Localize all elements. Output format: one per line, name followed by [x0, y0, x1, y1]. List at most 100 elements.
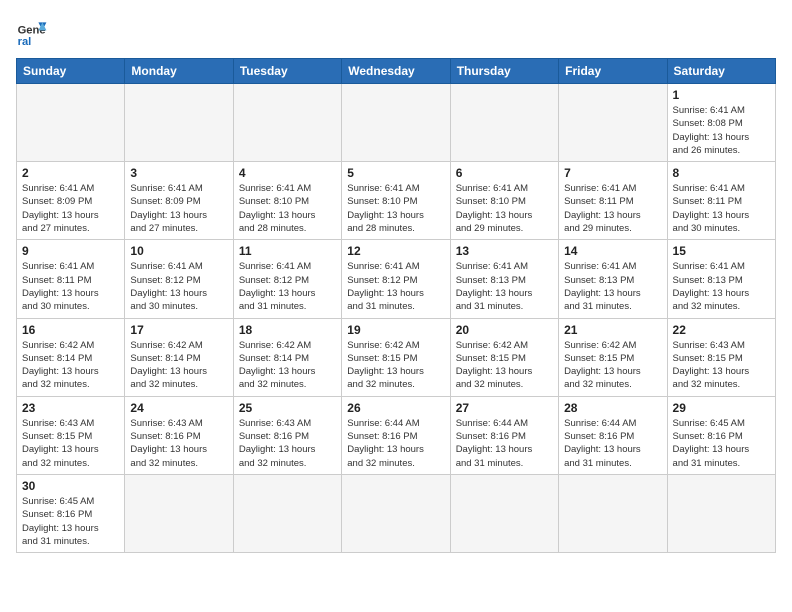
day-info: Sunrise: 6:45 AM Sunset: 8:16 PM Dayligh…	[673, 417, 770, 470]
weekday-header-saturday: Saturday	[667, 59, 775, 84]
day-info: Sunrise: 6:41 AM Sunset: 8:10 PM Dayligh…	[456, 182, 553, 235]
logo-icon: Gene ral	[16, 16, 48, 48]
day-number: 12	[347, 244, 444, 258]
day-info: Sunrise: 6:41 AM Sunset: 8:10 PM Dayligh…	[239, 182, 336, 235]
day-info: Sunrise: 6:42 AM Sunset: 8:14 PM Dayligh…	[22, 339, 119, 392]
day-cell-19: 19 Sunrise: 6:42 AM Sunset: 8:15 PM Dayli…	[342, 318, 450, 396]
day-info: Sunrise: 6:41 AM Sunset: 8:11 PM Dayligh…	[564, 182, 661, 235]
day-number: 22	[673, 323, 770, 337]
day-number: 11	[239, 244, 336, 258]
day-number: 9	[22, 244, 119, 258]
day-info: Sunrise: 6:41 AM Sunset: 8:12 PM Dayligh…	[347, 260, 444, 313]
weekday-header-sunday: Sunday	[17, 59, 125, 84]
day-cell-24: 24 Sunrise: 6:43 AM Sunset: 8:16 PM Dayli…	[125, 396, 233, 474]
empty-cell	[559, 474, 667, 552]
empty-cell	[450, 84, 558, 162]
day-number: 3	[130, 166, 227, 180]
day-info: Sunrise: 6:42 AM Sunset: 8:15 PM Dayligh…	[564, 339, 661, 392]
day-cell-21: 21 Sunrise: 6:42 AM Sunset: 8:15 PM Dayli…	[559, 318, 667, 396]
day-info: Sunrise: 6:42 AM Sunset: 8:14 PM Dayligh…	[239, 339, 336, 392]
day-info: Sunrise: 6:43 AM Sunset: 8:15 PM Dayligh…	[673, 339, 770, 392]
empty-cell	[342, 474, 450, 552]
day-number: 4	[239, 166, 336, 180]
weekday-header-wednesday: Wednesday	[342, 59, 450, 84]
day-cell-5: 5Sunrise: 6:41 AM Sunset: 8:10 PM Daylig…	[342, 162, 450, 240]
day-number: 24	[130, 401, 227, 415]
day-number: 7	[564, 166, 661, 180]
day-info: Sunrise: 6:44 AM Sunset: 8:16 PM Dayligh…	[456, 417, 553, 470]
day-info: Sunrise: 6:41 AM Sunset: 8:13 PM Dayligh…	[564, 260, 661, 313]
day-info: Sunrise: 6:41 AM Sunset: 8:11 PM Dayligh…	[673, 182, 770, 235]
weekday-header-row: SundayMondayTuesdayWednesdayThursdayFrid…	[17, 59, 776, 84]
calendar-row-1: 2 Sunrise: 6:41 AM Sunset: 8:09 PM Daylig…	[17, 162, 776, 240]
day-number: 10	[130, 244, 227, 258]
day-info: Sunrise: 6:41 AM Sunset: 8:12 PM Dayligh…	[239, 260, 336, 313]
day-cell-2: 2 Sunrise: 6:41 AM Sunset: 8:09 PM Daylig…	[17, 162, 125, 240]
day-info: Sunrise: 6:41 AM Sunset: 8:12 PM Dayligh…	[130, 260, 227, 313]
calendar-row-5: 30 Sunrise: 6:45 AM Sunset: 8:16 PM Dayli…	[17, 474, 776, 552]
day-info: Sunrise: 6:41 AM Sunset: 8:09 PM Dayligh…	[130, 182, 227, 235]
day-info: Sunrise: 6:41 AM Sunset: 8:08 PM Dayligh…	[673, 104, 770, 157]
calendar-row-0: 1Sunrise: 6:41 AM Sunset: 8:08 PM Daylig…	[17, 84, 776, 162]
day-cell-12: 12 Sunrise: 6:41 AM Sunset: 8:12 PM Dayli…	[342, 240, 450, 318]
day-cell-25: 25 Sunrise: 6:43 AM Sunset: 8:16 PM Dayli…	[233, 396, 341, 474]
day-cell-23: 23 Sunrise: 6:43 AM Sunset: 8:15 PM Dayli…	[17, 396, 125, 474]
empty-cell	[559, 84, 667, 162]
weekday-header-monday: Monday	[125, 59, 233, 84]
day-cell-14: 14 Sunrise: 6:41 AM Sunset: 8:13 PM Dayli…	[559, 240, 667, 318]
day-info: Sunrise: 6:41 AM Sunset: 8:11 PM Dayligh…	[22, 260, 119, 313]
empty-cell	[125, 474, 233, 552]
day-info: Sunrise: 6:45 AM Sunset: 8:16 PM Dayligh…	[22, 495, 119, 548]
day-cell-13: 13Sunrise: 6:41 AM Sunset: 8:13 PM Dayli…	[450, 240, 558, 318]
day-cell-10: 10 Sunrise: 6:41 AM Sunset: 8:12 PM Dayli…	[125, 240, 233, 318]
day-cell-27: 27 Sunrise: 6:44 AM Sunset: 8:16 PM Dayli…	[450, 396, 558, 474]
day-cell-6: 6Sunrise: 6:41 AM Sunset: 8:10 PM Daylig…	[450, 162, 558, 240]
day-cell-26: 26Sunrise: 6:44 AM Sunset: 8:16 PM Dayli…	[342, 396, 450, 474]
day-info: Sunrise: 6:43 AM Sunset: 8:16 PM Dayligh…	[130, 417, 227, 470]
day-cell-18: 18 Sunrise: 6:42 AM Sunset: 8:14 PM Dayli…	[233, 318, 341, 396]
empty-cell	[125, 84, 233, 162]
day-info: Sunrise: 6:41 AM Sunset: 8:09 PM Dayligh…	[22, 182, 119, 235]
day-info: Sunrise: 6:42 AM Sunset: 8:15 PM Dayligh…	[347, 339, 444, 392]
day-info: Sunrise: 6:43 AM Sunset: 8:16 PM Dayligh…	[239, 417, 336, 470]
day-cell-11: 11 Sunrise: 6:41 AM Sunset: 8:12 PM Dayli…	[233, 240, 341, 318]
day-cell-4: 4 Sunrise: 6:41 AM Sunset: 8:10 PM Daylig…	[233, 162, 341, 240]
day-number: 23	[22, 401, 119, 415]
empty-cell	[342, 84, 450, 162]
calendar-table: SundayMondayTuesdayWednesdayThursdayFrid…	[16, 58, 776, 553]
day-number: 14	[564, 244, 661, 258]
day-number: 29	[673, 401, 770, 415]
day-number: 2	[22, 166, 119, 180]
calendar-row-2: 9 Sunrise: 6:41 AM Sunset: 8:11 PM Daylig…	[17, 240, 776, 318]
weekday-header-friday: Friday	[559, 59, 667, 84]
day-number: 20	[456, 323, 553, 337]
logo: Gene ral	[16, 16, 52, 48]
weekday-header-tuesday: Tuesday	[233, 59, 341, 84]
day-number: 15	[673, 244, 770, 258]
day-info: Sunrise: 6:41 AM Sunset: 8:13 PM Dayligh…	[673, 260, 770, 313]
day-number: 27	[456, 401, 553, 415]
page-header: Gene ral	[16, 16, 776, 48]
day-info: Sunrise: 6:42 AM Sunset: 8:15 PM Dayligh…	[456, 339, 553, 392]
day-cell-29: 29 Sunrise: 6:45 AM Sunset: 8:16 PM Dayli…	[667, 396, 775, 474]
day-cell-8: 8 Sunrise: 6:41 AM Sunset: 8:11 PM Daylig…	[667, 162, 775, 240]
day-number: 30	[22, 479, 119, 493]
day-number: 16	[22, 323, 119, 337]
day-number: 5	[347, 166, 444, 180]
day-number: 19	[347, 323, 444, 337]
day-number: 8	[673, 166, 770, 180]
day-cell-17: 17Sunrise: 6:42 AM Sunset: 8:14 PM Dayli…	[125, 318, 233, 396]
day-number: 28	[564, 401, 661, 415]
empty-cell	[450, 474, 558, 552]
day-number: 18	[239, 323, 336, 337]
day-cell-30: 30 Sunrise: 6:45 AM Sunset: 8:16 PM Dayli…	[17, 474, 125, 552]
day-number: 21	[564, 323, 661, 337]
svg-text:ral: ral	[18, 36, 32, 48]
calendar-row-4: 23 Sunrise: 6:43 AM Sunset: 8:15 PM Dayli…	[17, 396, 776, 474]
day-number: 13	[456, 244, 553, 258]
day-number: 25	[239, 401, 336, 415]
day-info: Sunrise: 6:42 AM Sunset: 8:14 PM Dayligh…	[130, 339, 227, 392]
day-cell-7: 7 Sunrise: 6:41 AM Sunset: 8:11 PM Daylig…	[559, 162, 667, 240]
day-cell-16: 16 Sunrise: 6:42 AM Sunset: 8:14 PM Dayli…	[17, 318, 125, 396]
day-info: Sunrise: 6:43 AM Sunset: 8:15 PM Dayligh…	[22, 417, 119, 470]
